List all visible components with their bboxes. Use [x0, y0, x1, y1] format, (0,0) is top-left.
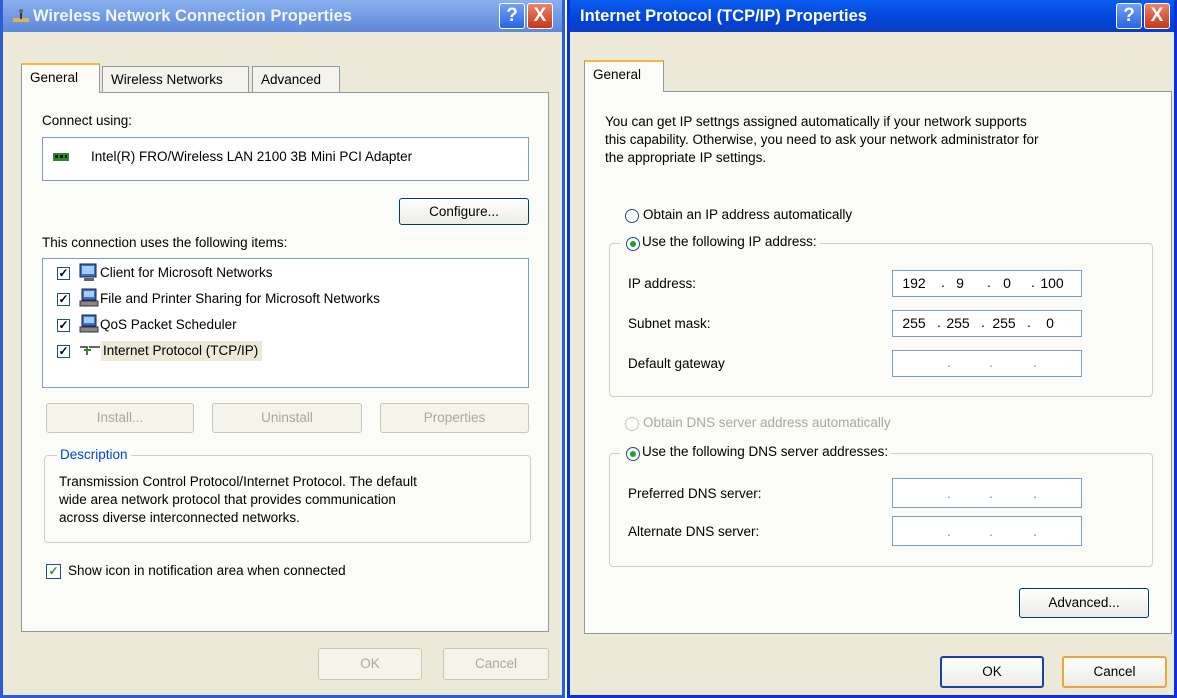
- network-client-icon: [79, 263, 99, 283]
- intro-line-1: You can get IP settngs assigned automati…: [605, 114, 1027, 129]
- network-service-icon: [79, 288, 99, 308]
- ip-address-group: Use the following IP address: IP address…: [609, 234, 1153, 397]
- ip-octet: 255: [992, 315, 1016, 331]
- ip-octet: 9: [956, 275, 964, 291]
- ip-octet: 0: [1003, 275, 1011, 291]
- subnet-mask-label: Subnet mask:: [628, 316, 711, 331]
- close-icon[interactable]: X: [1144, 3, 1170, 29]
- right-general-panel: You can get IP settngs assigned automati…: [584, 91, 1172, 634]
- adapter-name: Intel(R) FRO/Wireless LAN 2100 3B Mini P…: [91, 149, 413, 164]
- tcpip-properties-window: Internet Protocol (TCP/IP) Properties ? …: [567, 0, 1177, 698]
- item-label: QoS Packet Scheduler: [100, 317, 237, 332]
- tab-advanced[interactable]: Advanced: [252, 66, 340, 92]
- item-label-selected: Internet Protocol (TCP/IP): [101, 341, 263, 361]
- dns-group: Use the following DNS server addresses: …: [609, 444, 1153, 567]
- install-button[interactable]: Install...: [46, 403, 194, 433]
- network-card-icon: [53, 151, 71, 163]
- item-checkbox[interactable]: ✓: [57, 293, 70, 306]
- preferred-dns-label: Preferred DNS server:: [628, 486, 762, 501]
- wireless-properties-window: Wireless Network Connection Properties ?…: [0, 0, 565, 698]
- configure-button[interactable]: Configure...: [399, 198, 529, 225]
- ip-dot: .: [947, 523, 951, 539]
- ip-octet: 0: [1046, 315, 1054, 331]
- adapter-box: Intel(R) FRO/Wireless LAN 2100 3B Mini P…: [42, 137, 529, 181]
- alternate-dns-label: Alternate DNS server:: [628, 524, 760, 539]
- right-cancel-button[interactable]: Cancel: [1062, 656, 1167, 688]
- default-gateway-field[interactable]: . . .: [892, 350, 1082, 377]
- ip-dot: .: [987, 274, 991, 290]
- properties-button[interactable]: Properties: [380, 403, 529, 433]
- ip-octet: 255: [946, 315, 970, 331]
- left-cancel-button[interactable]: Cancel: [443, 648, 549, 680]
- intro-line-2: this capability. Otherwise, you need to …: [605, 132, 1039, 147]
- right-ok-button[interactable]: OK: [940, 656, 1044, 688]
- left-titlebar[interactable]: Wireless Network Connection Properties ?…: [3, 0, 562, 32]
- use-ip-label: Use the following IP address:: [642, 234, 817, 249]
- obtain-dns-label: Obtain DNS server address automatically: [643, 415, 891, 430]
- items-label: This connection uses the following items…: [42, 235, 288, 250]
- use-dns-legend: Use the following DNS server addresses:: [620, 444, 892, 459]
- close-icon[interactable]: X: [527, 3, 553, 29]
- ip-dot: .: [981, 314, 985, 330]
- left-ok-button[interactable]: OK: [318, 648, 422, 680]
- description-group: Description Transmission Control Protoco…: [44, 447, 531, 543]
- obtain-ip-radio[interactable]: [625, 209, 639, 223]
- ip-dot: .: [1033, 354, 1037, 370]
- use-ip-legend: Use the following IP address:: [620, 234, 820, 249]
- item-checkbox[interactable]: ✓: [57, 267, 70, 280]
- item-checkbox[interactable]: ✓: [57, 319, 70, 332]
- ip-octet: 192: [902, 275, 926, 291]
- ip-dot: .: [989, 354, 993, 370]
- item-label: Client for Microsoft Networks: [100, 265, 273, 280]
- use-ip-radio[interactable]: [626, 237, 640, 251]
- uninstall-button[interactable]: Uninstall: [212, 403, 362, 433]
- show-icon-label: Show icon in notification area when conn…: [68, 563, 346, 578]
- help-icon[interactable]: ?: [499, 3, 525, 29]
- ip-dot: .: [1027, 314, 1031, 330]
- ip-dot: .: [947, 485, 951, 501]
- help-icon[interactable]: ?: [1116, 3, 1142, 29]
- connect-using-label: Connect using:: [42, 113, 133, 128]
- preferred-dns-field[interactable]: . . .: [892, 478, 1082, 508]
- tab-wireless-networks[interactable]: Wireless Networks: [102, 66, 249, 92]
- right-window-title: Internet Protocol (TCP/IP) Properties: [580, 7, 867, 25]
- network-connection-icon: [11, 8, 31, 24]
- left-general-panel: Connect using: Intel(R) FRO/Wireless LAN…: [21, 92, 549, 632]
- item-checkbox[interactable]: ✓: [57, 345, 70, 358]
- right-titlebar[interactable]: Internet Protocol (TCP/IP) Properties ? …: [570, 0, 1174, 32]
- ip-dot: .: [989, 523, 993, 539]
- ip-octet: 100: [1040, 275, 1064, 291]
- subnet-mask-field[interactable]: 255 . 255 . 255 . 0: [892, 310, 1082, 337]
- use-dns-label: Use the following DNS server addresses:: [642, 444, 889, 459]
- left-window-title: Wireless Network Connection Properties: [33, 7, 352, 25]
- ip-dot: .: [947, 354, 951, 370]
- description-legend: Description: [57, 447, 131, 462]
- intro-line-3: the appropriate IP settings.: [605, 150, 767, 165]
- alternate-dns-field[interactable]: . . .: [892, 516, 1082, 546]
- ip-dot: .: [989, 485, 993, 501]
- ip-octet: 255: [902, 315, 926, 331]
- item-label: File and Printer Sharing for Microsoft N…: [100, 291, 380, 306]
- obtain-ip-label: Obtain an IP address automatically: [643, 207, 853, 222]
- ip-dot: .: [937, 314, 941, 330]
- default-gateway-label: Default gateway: [628, 356, 725, 371]
- description-line-1: Transmission Control Protocol/Internet P…: [59, 474, 417, 489]
- ip-address-field[interactable]: 192 . 9 . 0 . 100: [892, 270, 1082, 297]
- use-dns-radio[interactable]: [626, 447, 640, 461]
- ip-address-label: IP address:: [628, 276, 697, 291]
- description-line-2: wide area network protocol that provides…: [59, 492, 396, 507]
- tab-general[interactable]: General: [584, 60, 664, 92]
- ip-dot: .: [1033, 523, 1037, 539]
- description-line-3: across diverse interconnected networks.: [59, 510, 300, 525]
- items-list[interactable]: ✓ Client for Microsoft Networks ✓ File a…: [42, 258, 529, 388]
- ip-dot: .: [1031, 274, 1035, 290]
- show-icon-checkbox[interactable]: ✓: [46, 564, 61, 579]
- tab-general[interactable]: General: [21, 63, 100, 93]
- obtain-dns-radio[interactable]: [625, 417, 639, 431]
- network-service-icon: [79, 314, 99, 334]
- ip-dot: .: [1033, 485, 1037, 501]
- advanced-button[interactable]: Advanced...: [1019, 588, 1149, 618]
- protocol-icon: [79, 343, 101, 359]
